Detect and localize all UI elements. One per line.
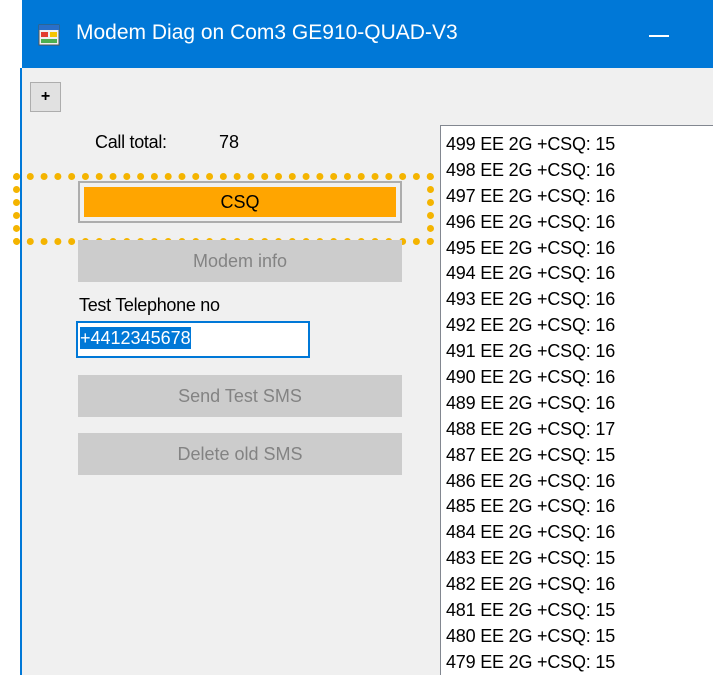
log-item[interactable]: 490 EE 2G +CSQ: 16 (446, 365, 713, 391)
log-item[interactable]: 483 EE 2G +CSQ: 15 (446, 546, 713, 572)
log-item[interactable]: 495 EE 2G +CSQ: 16 (446, 236, 713, 262)
add-button[interactable]: + (30, 82, 61, 112)
test-telephone-input[interactable]: +4412345678 (76, 321, 310, 358)
minimize-icon[interactable] (629, 0, 689, 68)
log-item[interactable]: 481 EE 2G +CSQ: 15 (446, 598, 713, 624)
delete-old-sms-button[interactable]: Delete old SMS (78, 433, 402, 475)
log-item[interactable]: 488 EE 2G +CSQ: 17 (446, 417, 713, 443)
log-item[interactable]: 491 EE 2G +CSQ: 16 (446, 339, 713, 365)
log-item[interactable]: 482 EE 2G +CSQ: 16 (446, 572, 713, 598)
log-item[interactable]: 485 EE 2G +CSQ: 16 (446, 494, 713, 520)
log-item[interactable]: 496 EE 2G +CSQ: 16 (446, 210, 713, 236)
send-test-sms-button[interactable]: Send Test SMS (78, 375, 402, 417)
app-window-icon (38, 24, 60, 46)
csq-button[interactable]: CSQ (78, 181, 402, 223)
log-item[interactable]: 479 EE 2G +CSQ: 15 (446, 650, 713, 675)
log-item[interactable]: 489 EE 2G +CSQ: 16 (446, 391, 713, 417)
log-item[interactable]: 497 EE 2G +CSQ: 16 (446, 184, 713, 210)
csq-log-list[interactable]: 499 EE 2G +CSQ: 15 498 EE 2G +CSQ: 16 49… (440, 125, 713, 675)
log-item[interactable]: 486 EE 2G +CSQ: 16 (446, 469, 713, 495)
log-item[interactable]: 493 EE 2G +CSQ: 16 (446, 287, 713, 313)
csq-button-label: CSQ (84, 187, 396, 217)
test-telephone-value: +4412345678 (80, 327, 191, 349)
test-telephone-label: Test Telephone no (79, 295, 220, 315)
log-item[interactable]: 494 EE 2G +CSQ: 16 (446, 261, 713, 287)
log-item[interactable]: 498 EE 2G +CSQ: 16 (446, 158, 713, 184)
log-item[interactable]: 487 EE 2G +CSQ: 15 (446, 443, 713, 469)
log-item[interactable]: 499 EE 2G +CSQ: 15 (446, 132, 713, 158)
app-window: Modem Diag on Com3 GE910-QUAD-V3 + Call … (0, 0, 713, 675)
call-total-value: 78 (219, 132, 240, 152)
log-item[interactable]: 484 EE 2G +CSQ: 16 (446, 520, 713, 546)
modem-info-button[interactable]: Modem info (78, 240, 402, 282)
title-bar[interactable]: Modem Diag on Com3 GE910-QUAD-V3 (22, 0, 713, 68)
window-title: Modem Diag on Com3 GE910-QUAD-V3 (76, 21, 458, 44)
log-item[interactable]: 492 EE 2G +CSQ: 16 (446, 313, 713, 339)
log-item[interactable]: 480 EE 2G +CSQ: 15 (446, 624, 713, 650)
call-total-label: Call total: (95, 132, 167, 152)
